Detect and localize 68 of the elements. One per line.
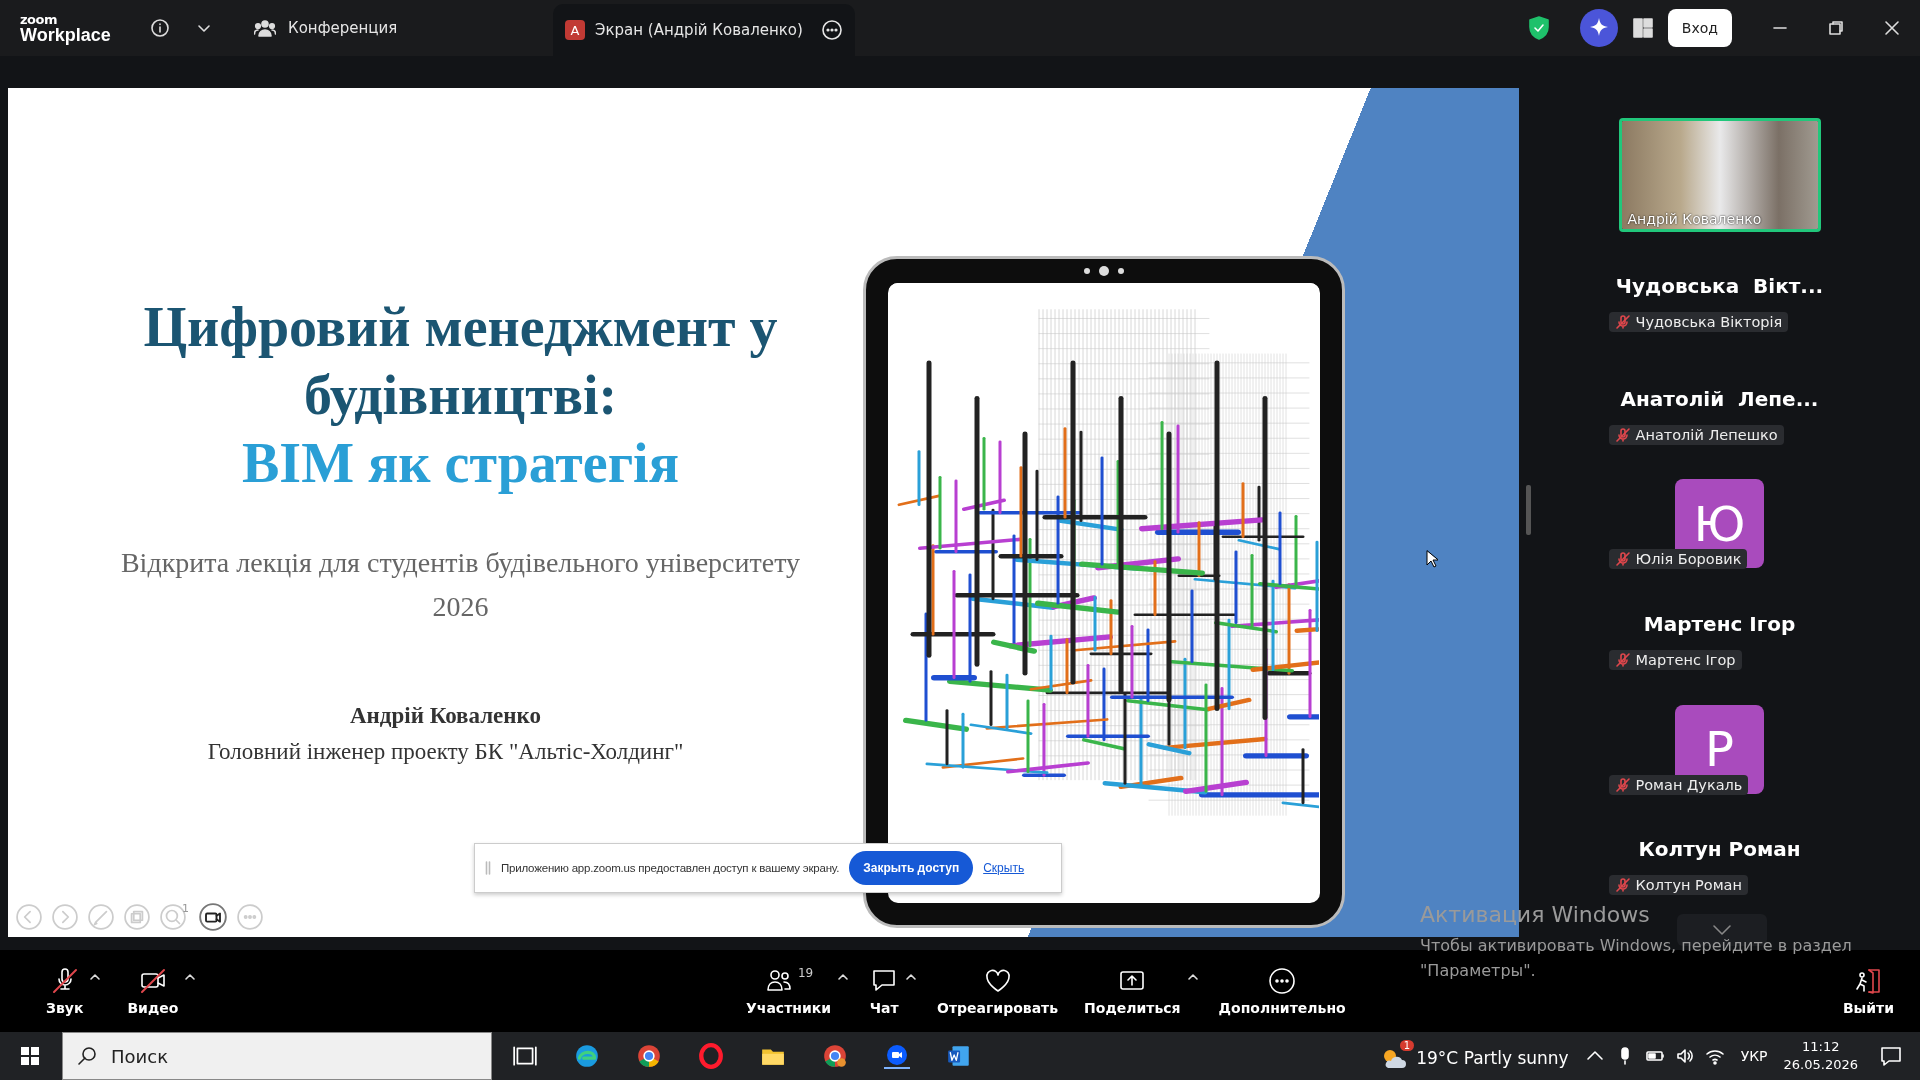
sparkle-icon[interactable] [1579, 9, 1618, 47]
participant-name: Чудовська Вікт... [1615, 274, 1824, 298]
windows-start-icon[interactable] [20, 1046, 40, 1066]
participants-button[interactable]: 19 Участники [740, 966, 838, 1016]
participant-name-label: Мартенс Ігор [1608, 650, 1742, 670]
caret-up-icon[interactable] [184, 972, 197, 982]
cursor-icon [1426, 550, 1438, 568]
drag-handle-icon [485, 861, 491, 875]
taskbar-search-field[interactable]: Поиск [62, 1032, 492, 1080]
word-processor-icon[interactable] [946, 1043, 972, 1069]
video-button[interactable]: Видео [121, 966, 185, 1016]
caret-up-icon[interactable] [837, 972, 850, 982]
share-button[interactable]: Поделиться [1078, 966, 1187, 1016]
participant-count: 19 [797, 966, 814, 980]
share-tab[interactable]: A Экран (Андрій Коваленко) [553, 4, 855, 56]
chrome-browser-icon[interactable] [636, 1043, 662, 1069]
participant-name-label: Чудовська Вікторія [1608, 312, 1789, 332]
year-text: 2026 [432, 591, 489, 623]
edge-browser-icon[interactable] [574, 1043, 600, 1069]
slide-title: Цифровий менеджмент у будівництві: [143, 295, 778, 428]
info-icon[interactable] [150, 18, 170, 38]
search-icon [77, 1046, 97, 1066]
close-icon[interactable] [1884, 20, 1900, 36]
user-initial-badge: A [565, 20, 585, 40]
more-button[interactable]: Дополнительно [1212, 966, 1352, 1016]
notification-message: Приложению app.zoom.us предоставлен доступ к вашему экрану. [501, 862, 840, 874]
participant-name-label: Колтун Роман [1608, 875, 1748, 896]
participant-name-label: Роман Дукаль [1608, 774, 1749, 795]
participant-name: Мартенс Ігор [1643, 612, 1796, 636]
zoom-workplace-logo: zoom Workplace [20, 12, 112, 44]
author-role: Головний інженер проекту БК "Альтіс-Холдинг" [207, 739, 684, 765]
chevron-down-icon [1712, 924, 1732, 936]
notifications-icon[interactable] [1880, 1045, 1902, 1067]
audio-button[interactable]: Звук [40, 966, 90, 1016]
meeting-tab[interactable]: Конференция [238, 19, 553, 37]
video-meeting-app-icon[interactable] [884, 1043, 910, 1069]
caret-up-icon[interactable] [1186, 972, 1199, 982]
slide-subtitle-accent: BIM як стратегія [242, 431, 679, 496]
clock[interactable]: 11:12 26.05.2026 [1783, 1038, 1858, 1074]
camera-icon[interactable] [199, 903, 227, 931]
caret-up-icon[interactable] [905, 972, 918, 982]
participant-name: Колтун Роман [1638, 837, 1801, 862]
layout-icon[interactable] [1631, 17, 1654, 39]
restore-icon[interactable] [1828, 20, 1844, 36]
more-icon[interactable] [821, 19, 843, 41]
caret-up-icon[interactable] [89, 972, 102, 982]
people-icon [254, 19, 276, 37]
chat-button[interactable]: Чат [863, 966, 906, 1016]
language-indicator[interactable]: УКР [1740, 1048, 1768, 1064]
weather-widget[interactable]: 1 19°C Partly sunny [1372, 1038, 1569, 1074]
shield-check-icon[interactable] [1527, 16, 1550, 40]
camera-dots-icon [1081, 265, 1127, 277]
notification-badge: 1 [1399, 1040, 1415, 1051]
participant-name: Анатолій Лепе... [1620, 386, 1819, 411]
panel-resize-handle[interactable] [1526, 485, 1531, 535]
react-button[interactable]: Отреагировать [931, 966, 1065, 1016]
stop-sharing-button[interactable]: Закрыть доступ [849, 851, 974, 885]
author-name: Андрій Коваленко [349, 703, 542, 729]
participant-name-label: Анатолій Лепешко [1608, 424, 1784, 445]
hide-link[interactable]: Скрыть [983, 861, 1025, 875]
opera-browser-icon[interactable] [698, 1043, 724, 1069]
zoom-level-count: 1 [182, 901, 189, 915]
lecture-description: Відкрита лекція для студентів будівельного університету [120, 547, 801, 579]
speaker-icon[interactable] [1674, 1046, 1695, 1066]
participant-name-label: Юлія Боровик [1608, 549, 1748, 570]
more-icon [1267, 966, 1298, 996]
chrome-browser-icon[interactable] [822, 1043, 848, 1069]
sign-in-button[interactable]: Вход [1667, 9, 1732, 47]
